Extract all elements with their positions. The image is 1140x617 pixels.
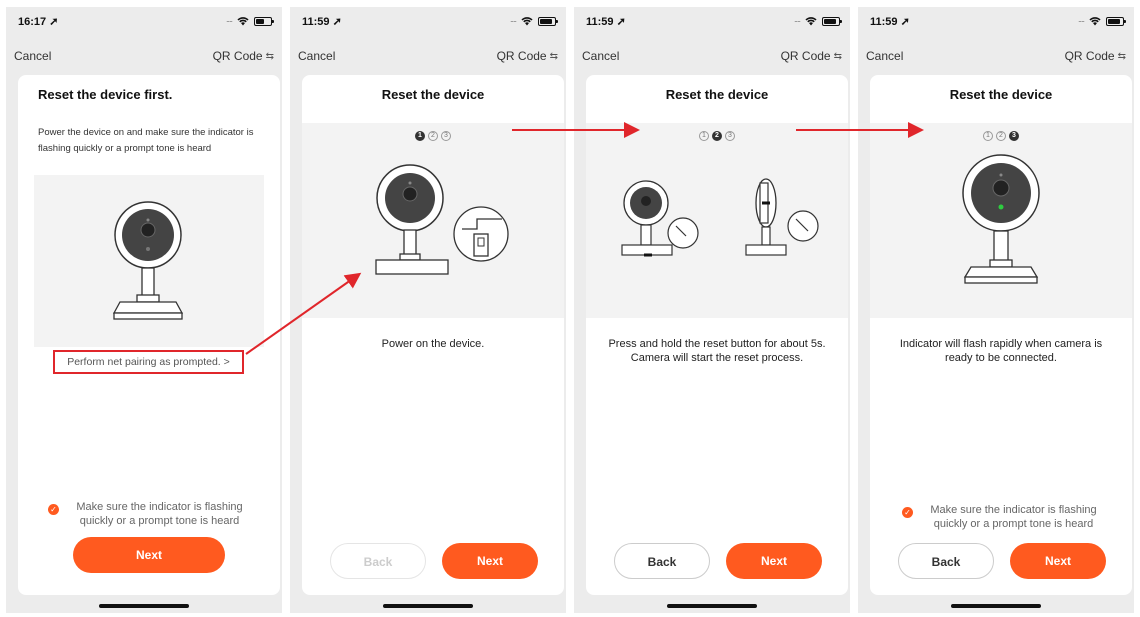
stage: 16:17 ➚ .... Cancel QR Code ⇆ Reset the d… [0, 0, 1140, 617]
annotation-arrow-1 [245, 272, 362, 355]
annotation-arrows [245, 122, 924, 355]
